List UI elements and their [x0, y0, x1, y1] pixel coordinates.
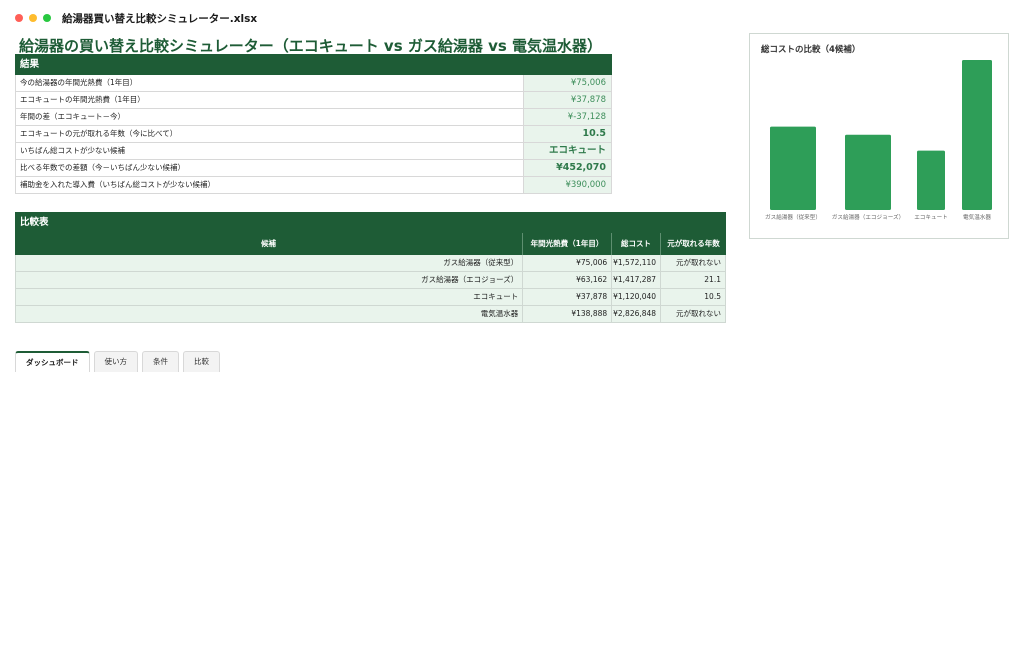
cell-total-cost[interactable]: ¥2,826,848: [612, 306, 662, 322]
column-header-annual-cost[interactable]: 年間光熱費（1年目）: [523, 233, 612, 255]
cell-candidate[interactable]: ガス給湯器（従来型）: [16, 255, 524, 271]
maximize-window-button[interactable]: [43, 14, 51, 22]
column-header-candidate[interactable]: 候補: [15, 233, 523, 255]
table-row: エコキュート ¥37,878 ¥1,120,040 10.5: [15, 289, 726, 306]
compare-section: 比較表 候補 年間光熱費（1年目） 総コスト 元が取れる年数 ガス給湯器（従来型…: [15, 212, 726, 323]
result-row: エコキュートの年間光熱費（1年目） ¥37,878: [15, 92, 612, 109]
result-value[interactable]: ¥390,000: [524, 177, 612, 193]
result-row: 比べる年数での差額（今－いちばん少ない候補） ¥452,070: [15, 160, 612, 177]
x-tick-label: ガス給湯器（従来型）: [765, 213, 821, 221]
cell-total-cost[interactable]: ¥1,120,040: [612, 289, 662, 305]
minimize-window-button[interactable]: [29, 14, 37, 22]
cell-candidate[interactable]: ガス給湯器（エコジョーズ）: [16, 272, 524, 288]
table-row: ガス給湯器（エコジョーズ） ¥63,162 ¥1,417,287 21.1: [15, 272, 726, 289]
cell-payback[interactable]: 21.1: [661, 272, 726, 288]
cell-candidate[interactable]: エコキュート: [16, 289, 524, 305]
bar-1[interactable]: [845, 134, 891, 210]
x-tick-label: エコキュート: [914, 214, 948, 221]
result-value[interactable]: ¥-37,128: [524, 109, 612, 125]
result-label[interactable]: エコキュートの年間光熱費（1年目）: [16, 92, 524, 108]
page-title: 給湯器の買い替え比較シミュレーター（エコキュート vs ガス給湯器 vs 電気温…: [19, 37, 603, 55]
close-window-button[interactable]: [15, 14, 23, 22]
table-header-row: 候補 年間光熱費（1年目） 総コスト 元が取れる年数: [15, 233, 726, 255]
cell-payback[interactable]: 元が取れない: [661, 306, 726, 322]
cell-payback[interactable]: 元が取れない: [661, 255, 726, 271]
column-header-payback[interactable]: 元が取れる年数: [661, 233, 726, 255]
total-cost-bar-chart: ガス給湯器（従来型） ガス給湯器（エコジョーズ） エコキュート 電気温水器: [765, 60, 992, 221]
tab-dashboard[interactable]: ダッシュボード: [15, 351, 90, 372]
cell-annual-cost[interactable]: ¥37,878: [523, 289, 613, 305]
result-label[interactable]: いちばん総コストが少ない候補: [16, 143, 524, 159]
tab-how-to-use[interactable]: 使い方: [93, 351, 138, 372]
cell-annual-cost[interactable]: ¥63,162: [523, 272, 613, 288]
result-label[interactable]: 年間の差（エコキュート－今）: [16, 109, 524, 125]
result-row: エコキュートの元が取れる年数（今に比べて） 10.5: [15, 126, 612, 143]
bar-3[interactable]: [962, 60, 992, 210]
result-value[interactable]: 10.5: [524, 126, 612, 142]
column-header-total-cost[interactable]: 総コスト: [612, 233, 661, 255]
bar-2[interactable]: [917, 150, 945, 210]
result-header: 結果: [15, 54, 612, 75]
total-cost-chart-card: 総コストの比較（4候補） ガス給湯器（従来型） ガス給湯器（エコジョーズ） エコキュ…: [749, 33, 1009, 239]
result-label[interactable]: 補助金を入れた導入費（いちばん総コストが少ない候補）: [16, 177, 524, 193]
title-bar: 給湯器買い替え比較シミュレーター.xlsx: [0, 0, 1024, 36]
result-value[interactable]: ¥452,070: [524, 160, 612, 176]
result-row: いちばん総コストが少ない候補 エコキュート: [15, 143, 612, 160]
window-controls: [15, 14, 51, 22]
result-row: 今の給湯器の年間光熱費（1年目） ¥75,006: [15, 75, 612, 92]
result-label[interactable]: エコキュートの元が取れる年数（今に比べて）: [16, 126, 524, 142]
cell-total-cost[interactable]: ¥1,572,110: [612, 255, 662, 271]
compare-header: 比較表: [15, 212, 726, 233]
result-row: 年間の差（エコキュート－今） ¥-37,128: [15, 109, 612, 126]
cell-candidate[interactable]: 電気温水器: [16, 306, 524, 322]
result-label[interactable]: 比べる年数での差額（今－いちばん少ない候補）: [16, 160, 524, 176]
x-tick-label: ガス給湯器（エコジョーズ）: [832, 213, 904, 221]
cell-annual-cost[interactable]: ¥138,888: [523, 306, 613, 322]
result-row: 補助金を入れた導入費（いちばん総コストが少ない候補） ¥390,000: [15, 177, 612, 194]
x-tick-label: 電気温水器: [963, 213, 991, 221]
result-label[interactable]: 今の給湯器の年間光熱費（1年目）: [16, 75, 524, 91]
cell-annual-cost[interactable]: ¥75,006: [523, 255, 613, 271]
result-value[interactable]: エコキュート: [524, 143, 612, 159]
sheet-tabs: ダッシュボード 使い方 条件 比較: [15, 351, 220, 372]
bar-0[interactable]: [770, 126, 816, 210]
result-value[interactable]: ¥75,006: [524, 75, 612, 91]
table-row: 電気温水器 ¥138,888 ¥2,826,848 元が取れない: [15, 306, 726, 323]
result-value[interactable]: ¥37,878: [524, 92, 612, 108]
table-row: ガス給湯器（従来型） ¥75,006 ¥1,572,110 元が取れない: [15, 255, 726, 272]
cell-payback[interactable]: 10.5: [661, 289, 726, 305]
tab-conditions[interactable]: 条件: [142, 351, 179, 372]
tab-compare[interactable]: 比較: [183, 351, 220, 372]
cell-total-cost[interactable]: ¥1,417,287: [612, 272, 662, 288]
window-title: 給湯器買い替え比較シミュレーター.xlsx: [62, 12, 258, 25]
result-section: 結果 今の給湯器の年間光熱費（1年目） ¥75,006 エコキュートの年間光熱費…: [15, 54, 612, 194]
